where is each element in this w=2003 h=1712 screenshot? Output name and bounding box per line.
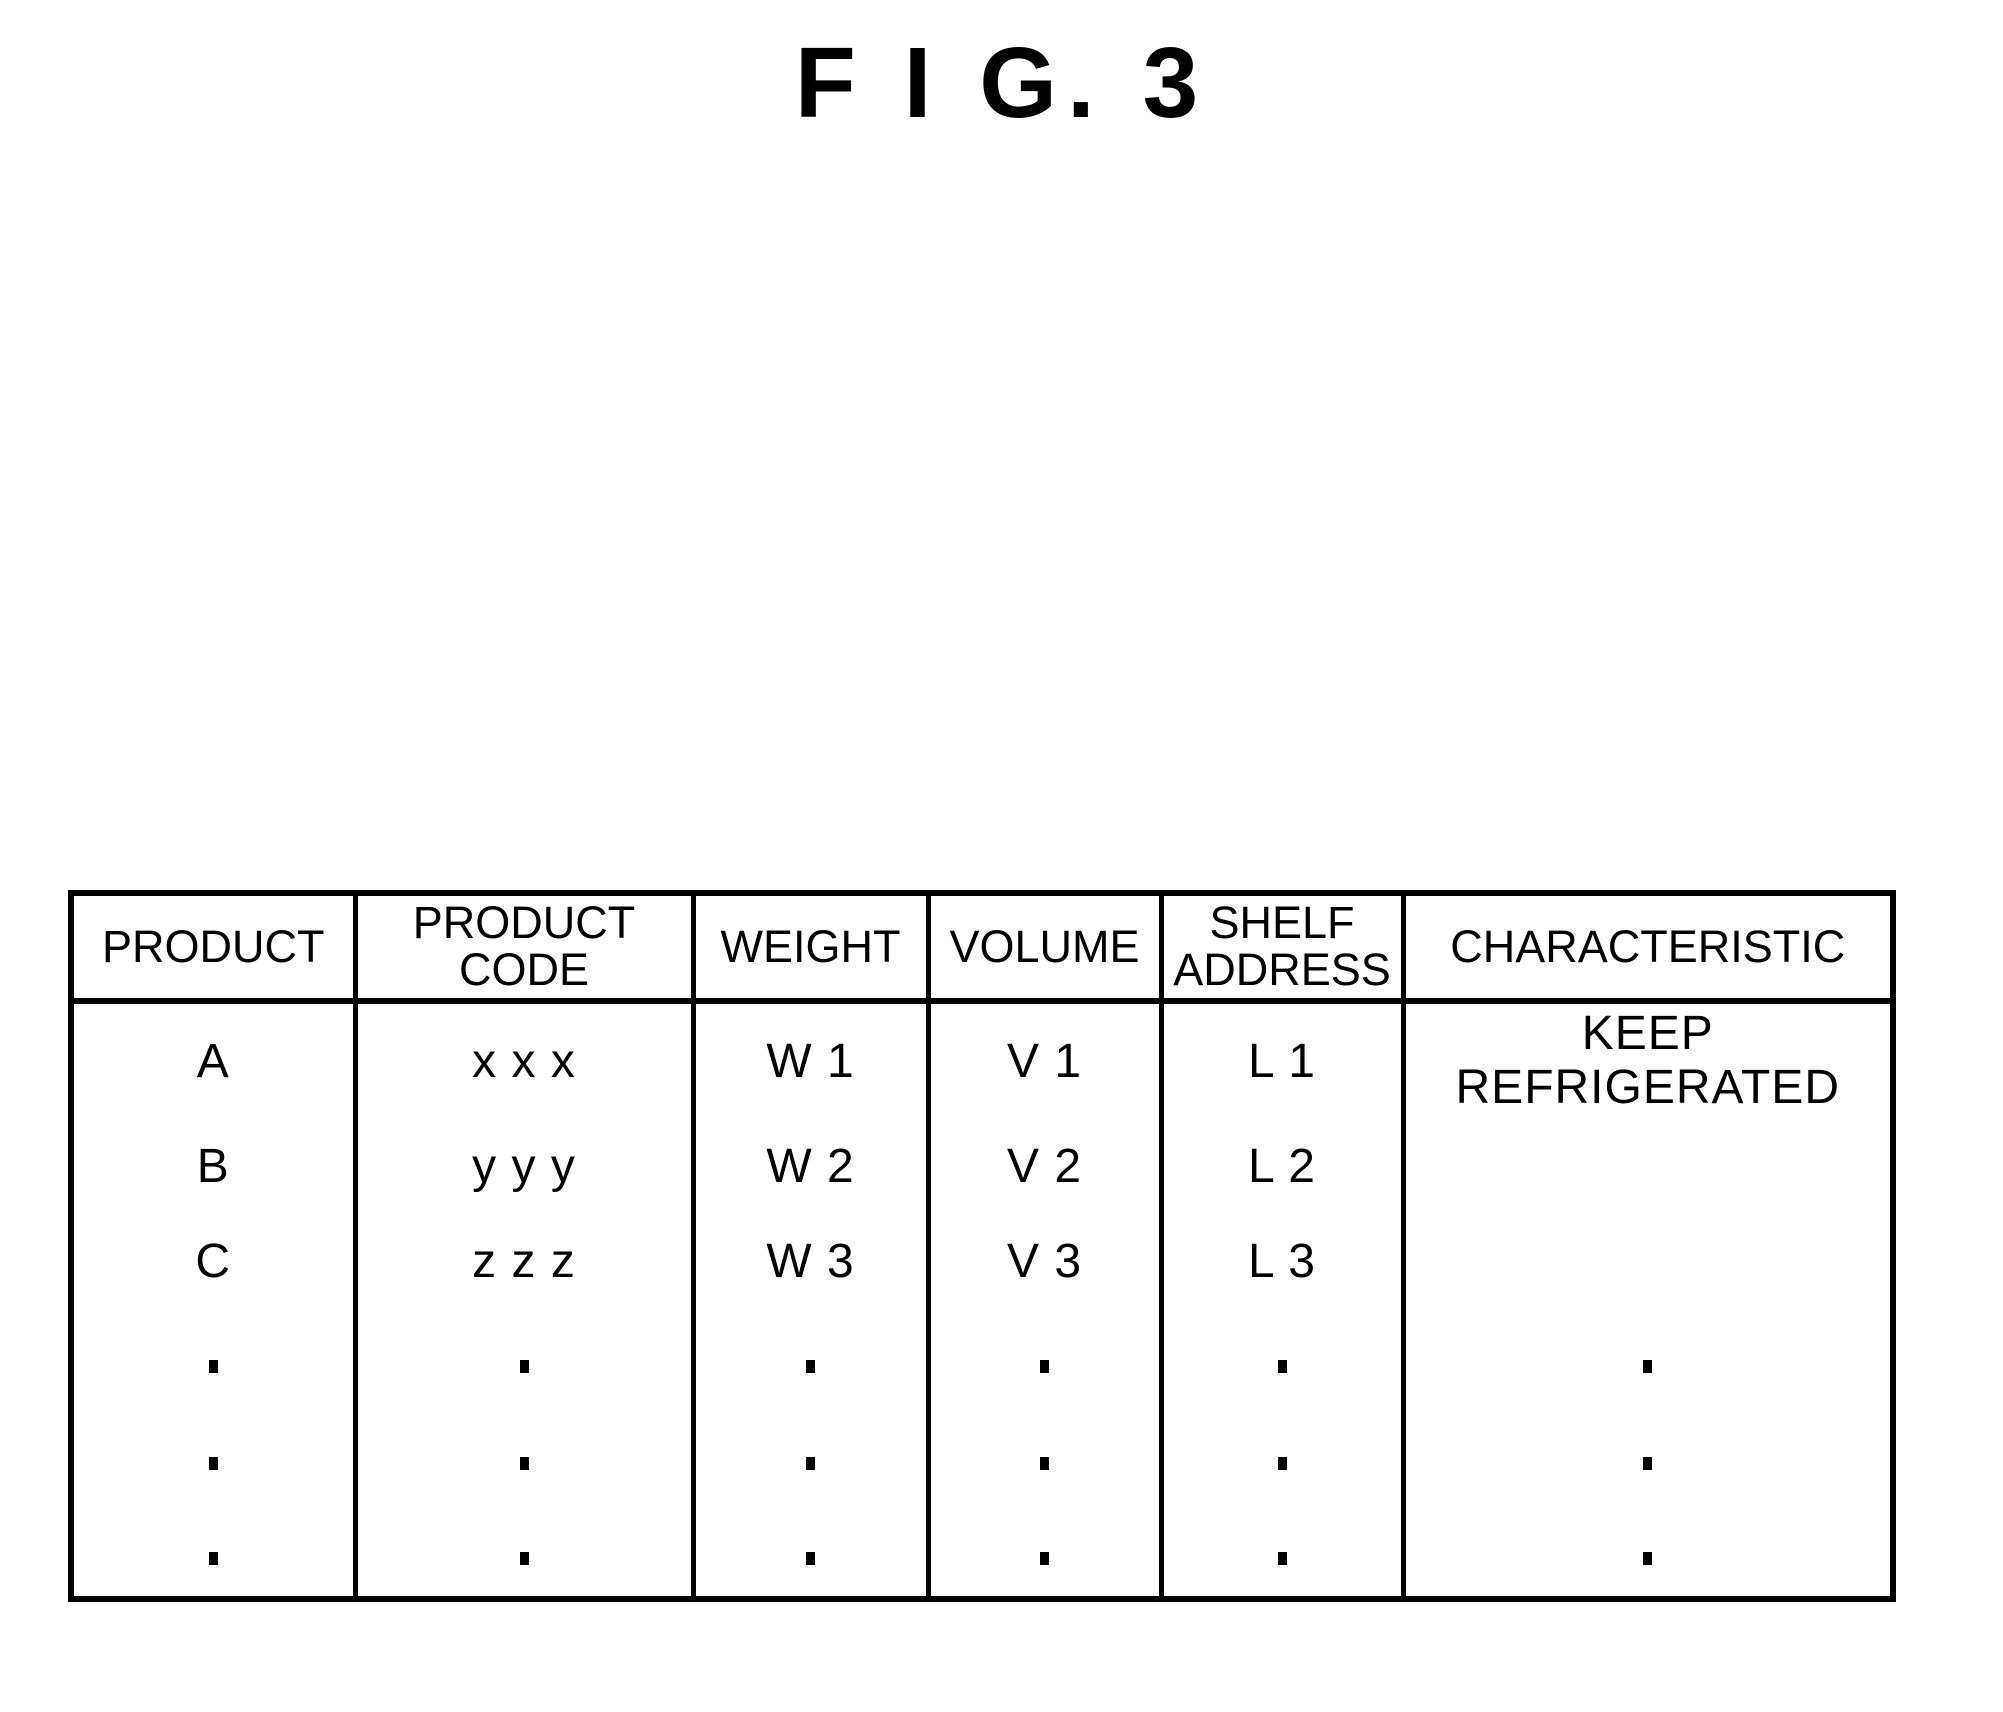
cell-shelf-address: L 1 xyxy=(1158,1001,1406,1119)
cell-weight: W 3 xyxy=(690,1213,931,1310)
ellipsis-dot xyxy=(1040,1360,1049,1374)
cell-product-code: x x x xyxy=(352,1001,696,1119)
column-header-weight: WEIGHT xyxy=(690,893,931,1004)
ellipsis-dot xyxy=(1643,1551,1653,1565)
cell-volume: V 3 xyxy=(925,1213,1164,1310)
cell-characteristic xyxy=(1400,1118,1896,1214)
product-master-table-container: PRODUCT PRODUCT CODE WEIGHT VOLUME SHELF… xyxy=(68,890,1896,1602)
cell-weight: W 1 xyxy=(690,1001,931,1119)
cell-product-code: z z z xyxy=(352,1213,696,1310)
cell-product: A xyxy=(68,1001,358,1119)
cell-characteristic: KEEP REFRIGERATED xyxy=(1400,1001,1896,1119)
ellipsis-dot xyxy=(806,1456,815,1470)
ellipsis-dot xyxy=(1277,1360,1287,1374)
cell-product-code-continuation xyxy=(352,1405,696,1503)
ellipsis-dot xyxy=(1643,1360,1653,1374)
cell-shelf-address-continuation xyxy=(1158,1502,1406,1599)
cell-weight: W 2 xyxy=(690,1118,931,1214)
cell-volume: V 1 xyxy=(925,1001,1164,1119)
cell-weight-continuation xyxy=(690,1309,931,1406)
cell-product-continuation xyxy=(68,1309,358,1406)
ellipsis-dot xyxy=(208,1360,218,1374)
column-header-product: PRODUCT xyxy=(68,893,358,1004)
table-row: C z z z W 3 V 3 L 3 xyxy=(68,1213,1896,1310)
ellipsis-dot xyxy=(519,1551,529,1565)
column-header-volume: VOLUME xyxy=(925,893,1164,1004)
table-header-row: PRODUCT PRODUCT CODE WEIGHT VOLUME SHELF… xyxy=(68,893,1896,1004)
cell-volume-continuation xyxy=(925,1502,1164,1599)
cell-characteristic-continuation xyxy=(1400,1309,1896,1406)
table-continuation-row xyxy=(68,1309,1896,1406)
table-row: A x x x W 1 V 1 L 1 KEEP REFRIGERATED xyxy=(68,1001,1896,1119)
table-continuation-row xyxy=(68,1405,1896,1503)
column-header-characteristic: CHARACTERISTIC xyxy=(1400,893,1896,1004)
ellipsis-dot xyxy=(1040,1456,1049,1470)
cell-shelf-address: L 3 xyxy=(1158,1213,1406,1310)
cell-shelf-address: L 2 xyxy=(1158,1118,1406,1214)
cell-shelf-address-continuation xyxy=(1158,1309,1406,1406)
column-header-shelf-address: SHELF ADDRESS xyxy=(1158,893,1406,1004)
ellipsis-dot xyxy=(519,1360,529,1374)
cell-characteristic-continuation xyxy=(1400,1405,1896,1503)
cell-product: B xyxy=(68,1118,358,1214)
ellipsis-dot xyxy=(1040,1551,1049,1565)
ellipsis-dot xyxy=(208,1456,218,1470)
figure-title: F I G. 3 xyxy=(794,27,1209,139)
ellipsis-dot xyxy=(519,1456,529,1470)
cell-product: C xyxy=(68,1213,358,1310)
cell-product-code-continuation xyxy=(352,1502,696,1599)
cell-product-code-continuation xyxy=(352,1309,696,1406)
table-continuation-row xyxy=(68,1502,1896,1599)
table-header: PRODUCT PRODUCT CODE WEIGHT VOLUME SHELF… xyxy=(68,893,1896,1004)
cell-volume: V 2 xyxy=(925,1118,1164,1214)
table-body: A x x x W 1 V 1 L 1 KEEP REFRIGERATED B … xyxy=(68,1001,1896,1599)
ellipsis-dot xyxy=(806,1551,815,1565)
cell-characteristic xyxy=(1400,1213,1896,1310)
cell-product-code: y y y xyxy=(352,1118,696,1214)
cell-weight-continuation xyxy=(690,1405,931,1503)
ellipsis-dot xyxy=(1277,1456,1287,1470)
ellipsis-dot xyxy=(806,1360,815,1374)
ellipsis-dot xyxy=(208,1551,218,1565)
cell-product-continuation xyxy=(68,1405,358,1503)
cell-weight-continuation xyxy=(690,1502,931,1599)
cell-characteristic-continuation xyxy=(1400,1502,1896,1599)
cell-shelf-address-continuation xyxy=(1158,1405,1406,1503)
table-row: B y y y W 2 V 2 L 2 xyxy=(68,1118,1896,1214)
product-master-table: PRODUCT PRODUCT CODE WEIGHT VOLUME SHELF… xyxy=(68,890,1896,1602)
ellipsis-dot xyxy=(1277,1551,1287,1565)
cell-volume-continuation xyxy=(925,1405,1164,1503)
cell-product-continuation xyxy=(68,1502,358,1599)
ellipsis-dot xyxy=(1643,1456,1653,1470)
cell-volume-continuation xyxy=(925,1309,1164,1406)
column-header-product-code: PRODUCT CODE xyxy=(352,893,696,1004)
